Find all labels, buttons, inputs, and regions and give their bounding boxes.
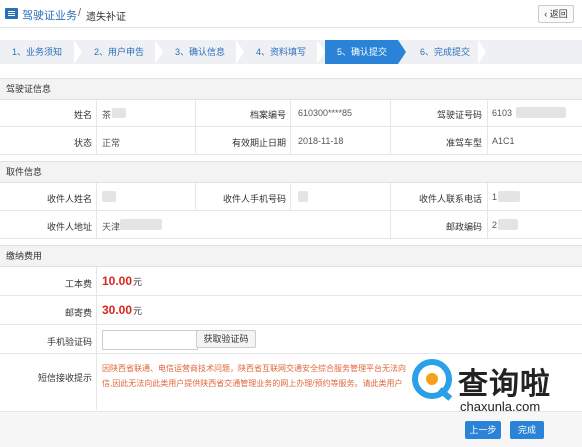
section-title: 取件信息 (6, 167, 43, 177)
sms-notice-line-1: 因陕西省联通、电信运营商技术问题，陕西省互联网交通安全综合服务管理平台无法向 (102, 364, 406, 373)
watermark-en-text: chaxunla.com (460, 399, 541, 414)
step-divider-active (398, 40, 406, 64)
pickup-row-1: 收件人姓名 收件人手机号码 收件人联系电话 1 (0, 183, 582, 211)
pickup-row-2: 收件人地址 天津 邮政编码 2 (0, 211, 582, 239)
postcode-value: 2 (492, 220, 498, 230)
watermark-logo: 查询啦 chaxunla.com (400, 345, 582, 446)
fee-row-production: 工本费 10.00元 (0, 267, 582, 296)
step-divider (155, 40, 163, 64)
sms-code-label: 手机验证码 (46, 337, 92, 347)
name-value: 茶 (102, 110, 112, 120)
watermark-cn-text: 查询啦 (458, 367, 551, 402)
step-3: 3、确认信息 (175, 47, 226, 57)
chevron-left-icon: ‹ (544, 9, 548, 19)
section-fees: 缴纳费用 (0, 245, 582, 267)
step-6: 6、完成提交 (420, 47, 471, 57)
sms-notice-line-2: 信,因此无法向此类用户提供陕西省交通管理业务的网上办理/预约等服务。请此类用户 (102, 379, 403, 388)
license-row-1: 姓名 茶 档案编号 610300****85 驾驶证号码 6103 (0, 100, 582, 127)
recipient-phone-label: 收件人手机号码 (222, 194, 286, 204)
step-divider (236, 40, 244, 64)
step-divider (74, 40, 82, 64)
production-fee-value: 10.00 (102, 274, 133, 288)
section-license-info: 驾驶证信息 (0, 78, 582, 100)
step-1: 1、业务须知 (12, 47, 63, 57)
wizard-steps: 1、业务须知 2、用户申告 3、确认信息 4、资料填写 5、确认提交 6、完成提… (0, 40, 582, 64)
name-label: 姓名 (73, 110, 92, 120)
sms-notice-text: 因陕西省联通、电信运营商技术问题，陕西省互联网交通安全综合服务管理平台无法向 信… (102, 361, 422, 391)
license-no-value: 6103 (492, 108, 513, 118)
production-fee: 10.00元 (102, 274, 142, 288)
step-4: 4、资料填写 (256, 47, 307, 57)
page-title: 遗失补证 (86, 12, 126, 23)
module-title[interactable]: 驾驶证业务 (22, 7, 77, 23)
breadcrumb-separator: / (78, 7, 82, 19)
currency-unit: 元 (133, 306, 143, 316)
license-row-2: 状态 正常 有效期止日期 2018-11-18 准驾车型 A1C1 (0, 127, 582, 155)
recipient-name-label: 收件人姓名 (46, 194, 92, 204)
sms-notice-label: 短信接收提示 (37, 373, 92, 383)
address-value: 天津 (102, 222, 121, 232)
vehicle-type-value: A1C1 (492, 136, 515, 146)
license-no-label: 驾驶证号码 (436, 110, 482, 120)
step-2: 2、用户申告 (94, 47, 145, 57)
back-button-label: 返回 (549, 9, 568, 19)
status-value: 正常 (102, 138, 121, 148)
address-label: 收件人地址 (46, 222, 92, 232)
sms-code-input[interactable] (102, 330, 198, 350)
section-title: 缴纳费用 (6, 251, 43, 261)
get-code-button[interactable]: 获取验证码 (196, 330, 256, 348)
step-5-active: 5、确认提交 (325, 40, 398, 64)
postcode-label: 邮政编码 (445, 222, 482, 232)
step-divider (478, 40, 486, 64)
section-pickup-info: 取件信息 (0, 161, 582, 183)
step-divider (317, 40, 325, 64)
menu-list-icon (5, 8, 18, 19)
file-no-value: 610300****85 (298, 108, 353, 118)
currency-unit: 元 (133, 277, 143, 287)
vehicle-type-label: 准驾车型 (445, 138, 482, 148)
contact-phone-value: 1 (492, 192, 498, 202)
expiry-label: 有效期止日期 (231, 138, 286, 148)
section-title: 驾驶证信息 (6, 84, 52, 94)
status-label: 状态 (73, 138, 92, 148)
postage-value: 30.00 (102, 303, 133, 317)
fee-row-postage: 邮寄费 30.00元 (0, 296, 582, 325)
postage-label: 邮寄费 (64, 308, 92, 318)
back-button[interactable]: ‹ 返回 (538, 5, 574, 23)
top-bar: 驾驶证业务 / 遗失补证 ‹ 返回 (0, 0, 582, 28)
postage-fee: 30.00元 (102, 303, 142, 317)
file-no-label: 档案编号 (249, 110, 286, 120)
expiry-value: 2018-11-18 (298, 136, 344, 146)
production-fee-label: 工本费 (64, 279, 92, 289)
contact-phone-label: 收件人联系电话 (418, 194, 482, 204)
